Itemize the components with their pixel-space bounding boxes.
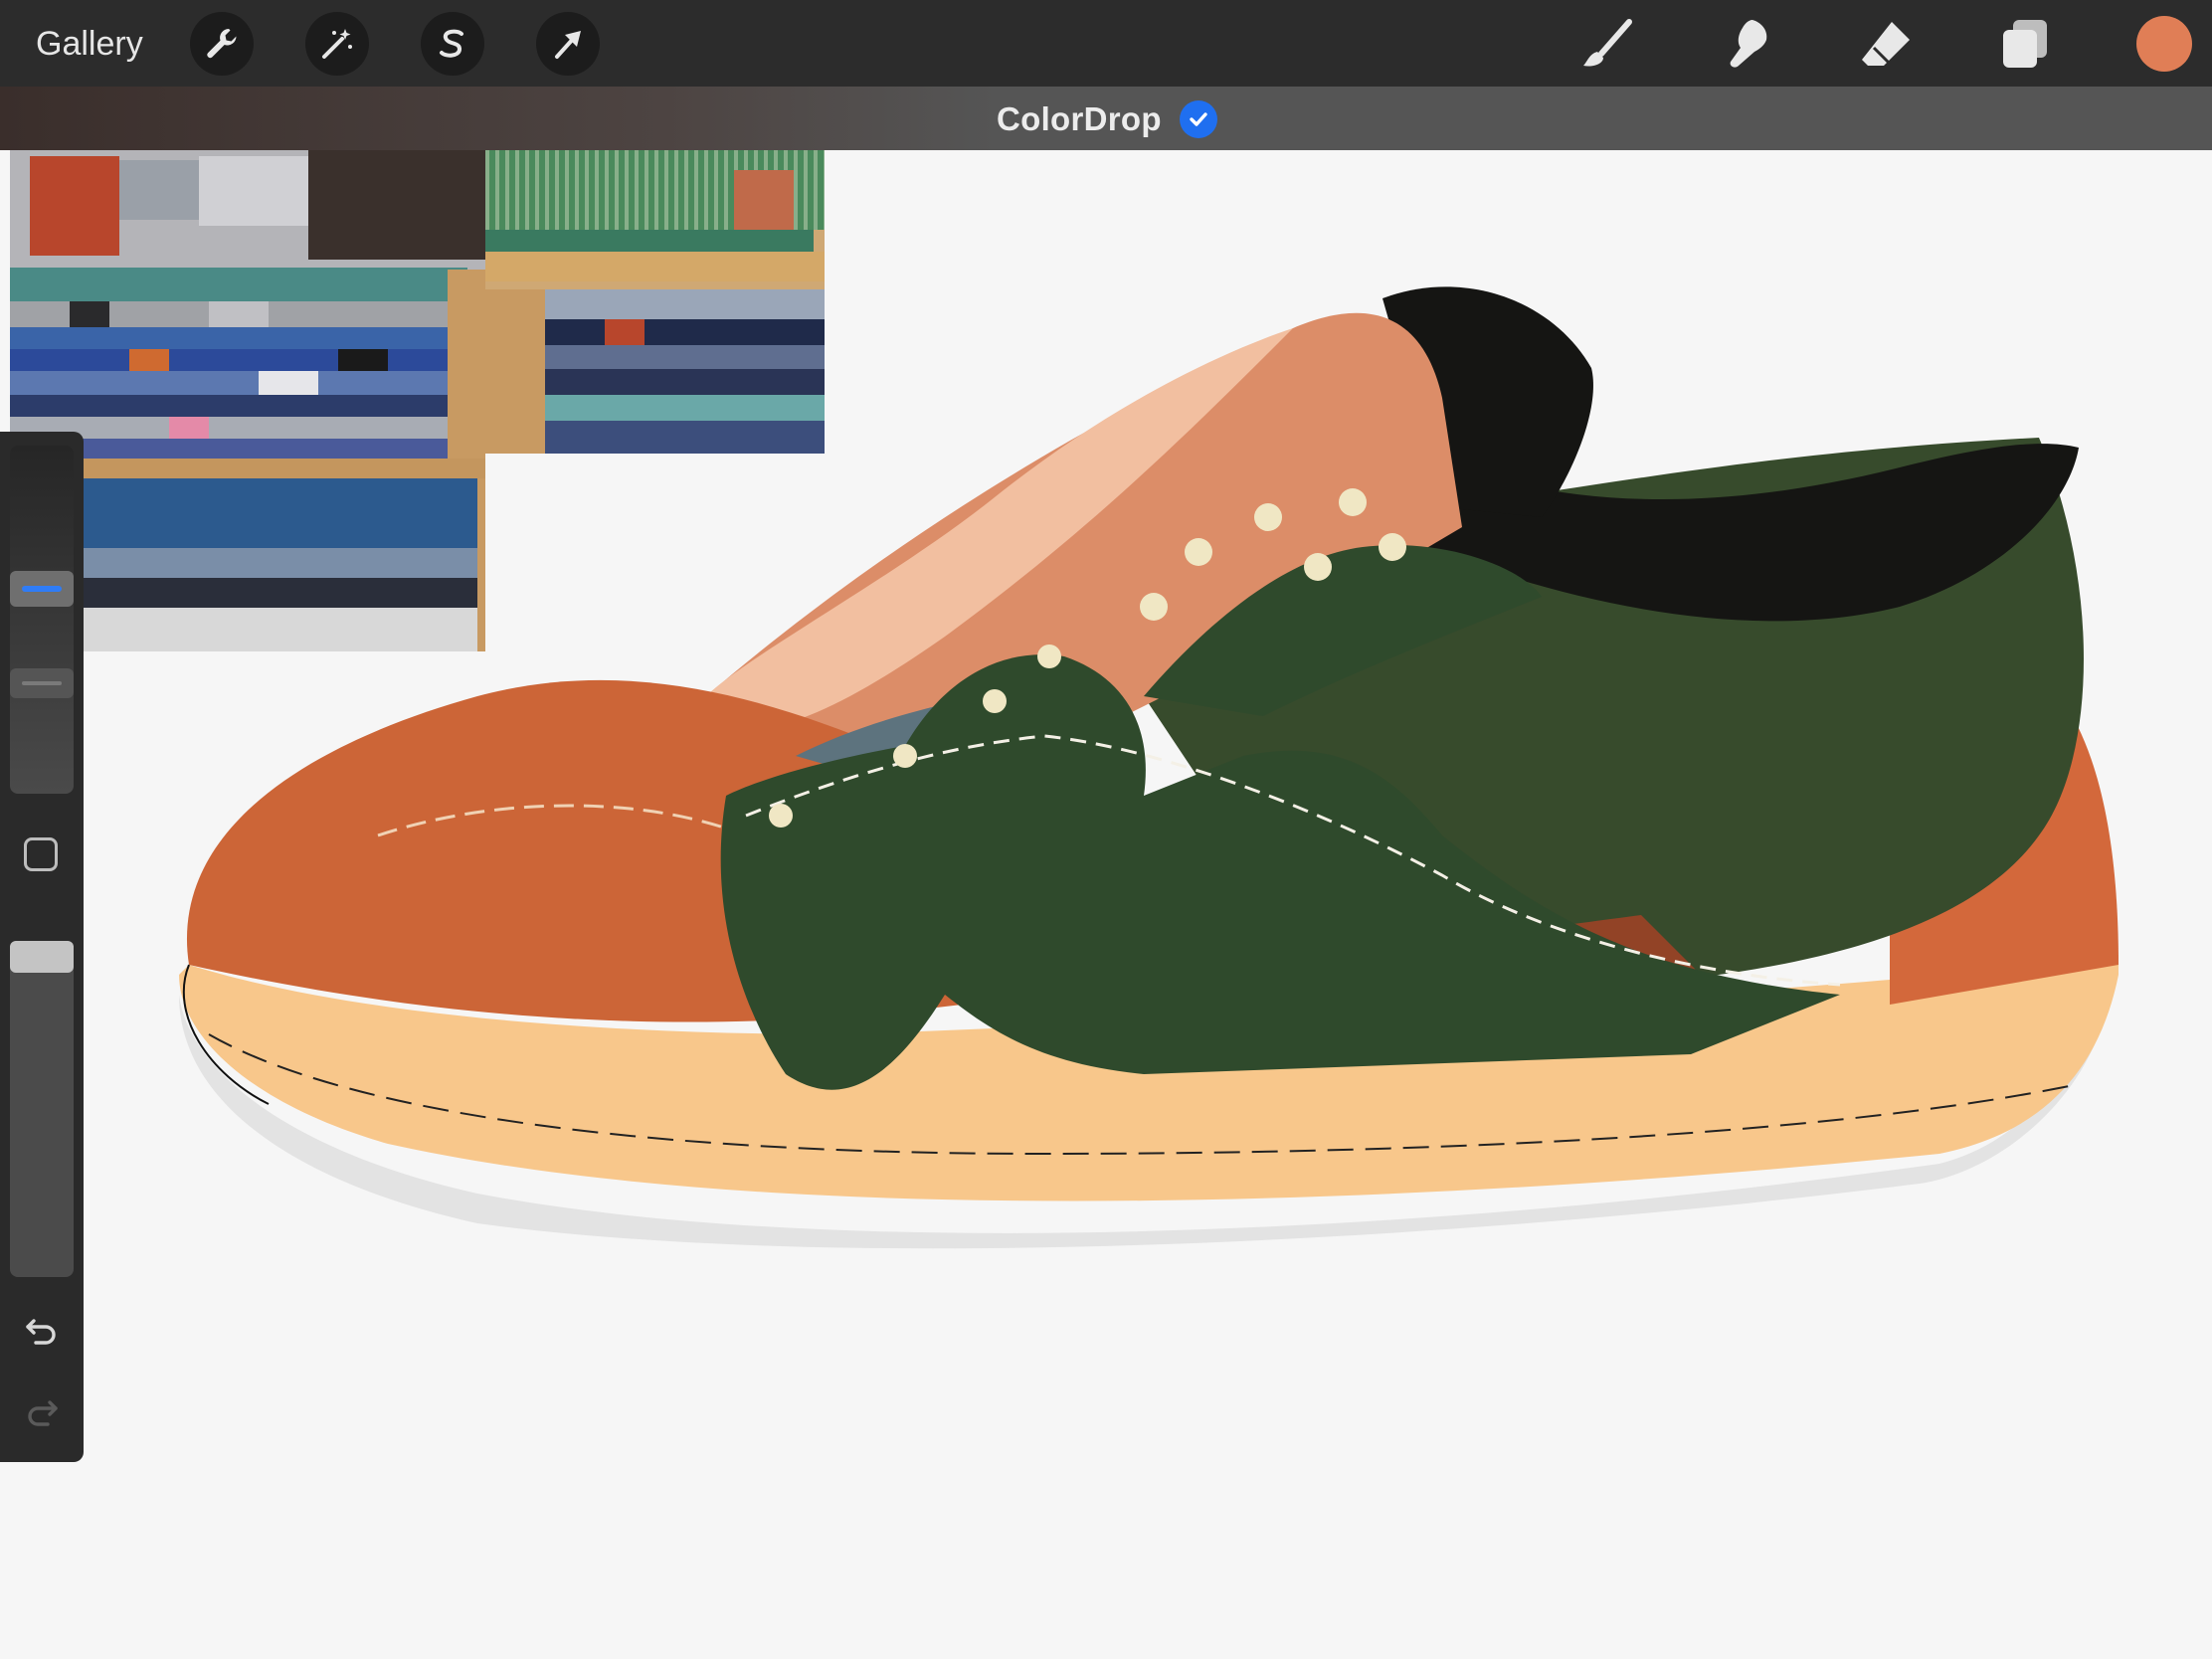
redo-button[interactable] [20, 1388, 64, 1432]
wrench-icon [207, 29, 237, 59]
redo-icon [28, 1400, 58, 1426]
color-swatch[interactable] [2136, 16, 2192, 72]
brush-button[interactable] [1577, 14, 1637, 74]
actions-button[interactable] [190, 12, 254, 76]
check-circle-icon [1180, 100, 1217, 138]
smudge-icon [1730, 20, 1767, 68]
brush-icon [1583, 19, 1632, 67]
adjustments-button[interactable] [305, 12, 369, 76]
opacity-handle[interactable] [10, 941, 74, 973]
notification-text: ColorDrop [997, 100, 1162, 137]
left-sidebar [0, 432, 84, 1462]
eraser-button[interactable] [1856, 14, 1916, 74]
notification-bar: ColorDrop [0, 87, 2212, 150]
gallery-button[interactable]: Gallery [36, 20, 143, 68]
eraser-icon [1862, 22, 1910, 68]
opacity-slider[interactable] [10, 941, 74, 1277]
modify-button[interactable] [24, 837, 58, 871]
brush-size-handle[interactable] [10, 571, 74, 607]
selection-s-icon [440, 29, 463, 58]
selection-button[interactable] [421, 12, 484, 76]
top-toolbar: Gallery [0, 0, 2212, 87]
arrow-cursor-icon [555, 31, 581, 59]
magic-wand-icon [322, 29, 352, 59]
layers-icon [2003, 20, 2047, 68]
undo-icon [26, 1319, 56, 1345]
brush-size-tick [10, 668, 74, 698]
sneaker-artwork[interactable] [149, 278, 2138, 1303]
smudge-button[interactable] [1717, 14, 1776, 74]
undo-button[interactable] [20, 1307, 64, 1351]
layers-button[interactable] [1995, 14, 2055, 74]
transform-button[interactable] [536, 12, 600, 76]
brush-size-slider[interactable] [10, 446, 74, 794]
